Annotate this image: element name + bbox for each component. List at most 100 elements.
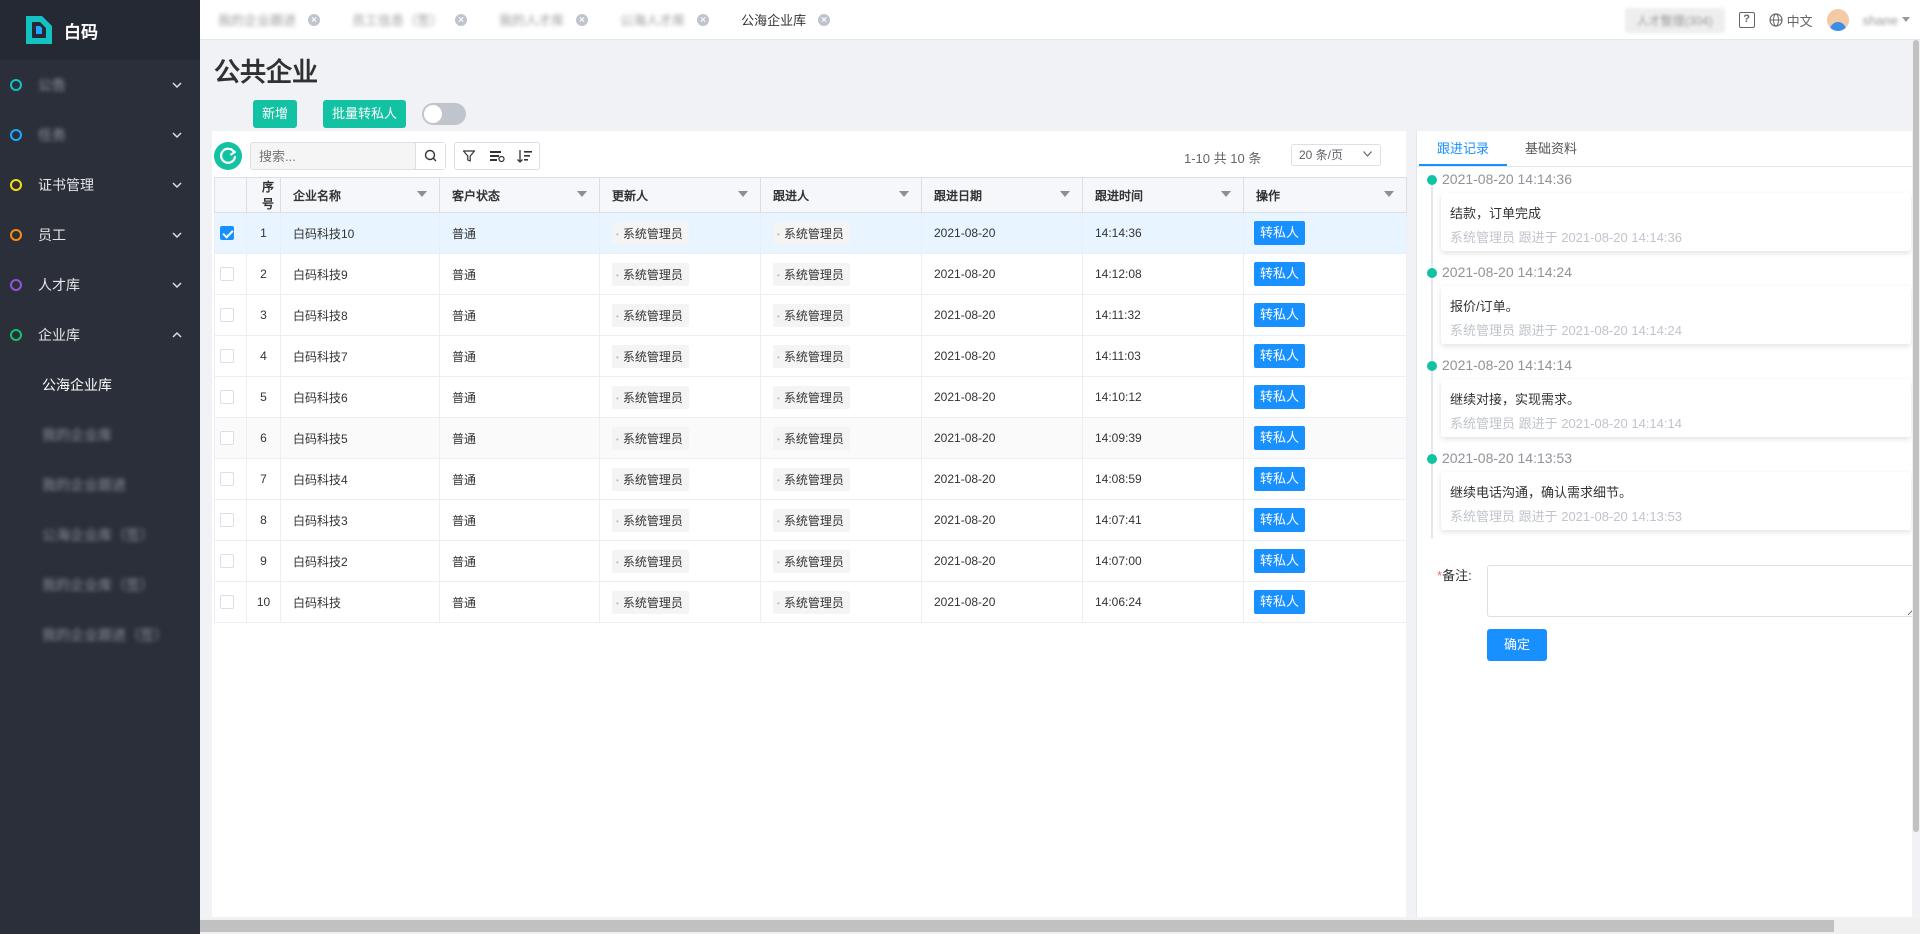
row-checkbox[interactable] (220, 349, 234, 364)
close-icon[interactable] (455, 13, 468, 26)
notice-pill[interactable]: 人才整理(304) (1624, 7, 1725, 33)
sidebar-item[interactable]: 任务 (0, 110, 200, 160)
search-input[interactable] (251, 143, 411, 169)
toggle-switch[interactable] (422, 103, 466, 125)
sidebar-item[interactable]: 公告 (0, 60, 200, 110)
transfer-private-button[interactable]: 转私人 (1254, 385, 1306, 409)
row-checkbox[interactable] (220, 267, 234, 282)
filter-button[interactable] (455, 143, 483, 169)
add-button[interactable]: 新增 (253, 100, 298, 128)
table-row[interactable]: 2白码科技9普通系统管理员系统管理员2021-08-2014:12:08转私人 (214, 253, 1407, 295)
sidebar-item[interactable]: 员工 (0, 210, 200, 260)
table-row[interactable]: 1白码科技10普通系统管理员系统管理员2021-08-2014:14:36转私人 (214, 212, 1407, 254)
close-icon[interactable] (818, 13, 831, 26)
dropdown-triangle-icon[interactable] (738, 191, 748, 197)
sort-button[interactable] (511, 143, 539, 169)
column-header[interactable]: 企业名称 (280, 177, 440, 213)
sidebar-subitem[interactable]: 公海企业库 (0, 360, 200, 410)
transfer-private-button[interactable]: 转私人 (1254, 303, 1306, 327)
horizontal-scrollbar[interactable] (200, 918, 1920, 934)
remark-input[interactable] (1487, 565, 1917, 617)
sidebar-subitem[interactable]: 我的企业跟进（签） (0, 610, 200, 660)
transfer-private-button[interactable]: 转私人 (1254, 549, 1306, 573)
avatar[interactable] (1826, 9, 1849, 31)
row-checkbox[interactable] (220, 226, 234, 241)
sidebar-item[interactable]: 证书管理 (0, 160, 200, 210)
transfer-private-button[interactable]: 转私人 (1254, 467, 1306, 491)
confirm-button[interactable]: 确定 (1487, 629, 1547, 661)
timeline-time: 2021-08-20 14:14:24 (1442, 264, 1572, 280)
language-switch[interactable]: 中文 (1768, 11, 1813, 30)
row-checkbox[interactable] (220, 390, 234, 405)
sidebar-subitem[interactable]: 我的企业跟进 (0, 460, 200, 510)
dropdown-triangle-icon[interactable] (1060, 191, 1070, 197)
logo[interactable]: 白码 (0, 0, 200, 60)
sidebar-subitem[interactable]: 我的企业库 (0, 410, 200, 460)
sidebar-item[interactable]: 人才库 (0, 260, 200, 310)
table-row[interactable]: 6白码科技5普通系统管理员系统管理员2021-08-2014:09:39转私人 (214, 417, 1407, 459)
table-row[interactable]: 4白码科技7普通系统管理员系统管理员2021-08-2014:11:03转私人 (214, 335, 1407, 377)
tab-item[interactable]: 公海企业库 (723, 0, 844, 40)
column-header[interactable]: 更新人 (599, 177, 761, 213)
timeline-card: 继续电话沟通，确认需求细节。 系统管理员 跟进于 2021-08-20 14:13… (1441, 472, 1911, 530)
row-checkbox[interactable] (220, 513, 234, 528)
sidebar-subitem[interactable]: 我的企业库（签） (0, 560, 200, 610)
table-row[interactable]: 8白码科技3普通系统管理员系统管理员2021-08-2014:07:41转私人 (214, 499, 1407, 541)
transfer-private-button[interactable]: 转私人 (1254, 508, 1306, 532)
close-icon[interactable] (576, 13, 589, 26)
refresh-button[interactable] (214, 142, 242, 170)
close-icon[interactable] (697, 13, 710, 26)
timeline-time: 2021-08-20 14:14:14 (1442, 357, 1572, 373)
vertical-scrollbar[interactable] (1912, 40, 1920, 832)
sidebar-item[interactable]: 企业库 (0, 310, 200, 360)
table-row[interactable]: 9白码科技2普通系统管理员系统管理员2021-08-2014:07:00转私人 (214, 540, 1407, 582)
row-checkbox[interactable] (220, 595, 234, 610)
table-row[interactable]: 5白码科技6普通系统管理员系统管理员2021-08-2014:10:12转私人 (214, 376, 1407, 418)
column-header[interactable]: 跟进人 (760, 177, 922, 213)
dropdown-triangle-icon[interactable] (577, 191, 587, 197)
sidebar-subitem[interactable]: 公海企业库（签） (0, 510, 200, 560)
follow-date: 2021-08-20 (921, 581, 1083, 623)
table-row[interactable]: 3白码科技8普通系统管理员系统管理员2021-08-2014:11:32转私人 (214, 294, 1407, 336)
batch-transfer-button[interactable]: 批量转私人 (323, 100, 407, 128)
table-row[interactable]: 7白码科技4普通系统管理员系统管理员2021-08-2014:08:59转私人 (214, 458, 1407, 500)
column-header[interactable]: 跟进日期 (921, 177, 1083, 213)
row-checkbox[interactable] (220, 308, 234, 323)
tab-item[interactable]: 我的企业跟进 (200, 0, 334, 40)
tab-item[interactable]: 公海人才库 (602, 0, 723, 40)
transfer-private-button[interactable]: 转私人 (1254, 262, 1306, 286)
dropdown-triangle-icon[interactable] (1384, 191, 1394, 197)
row-checkbox[interactable] (220, 554, 234, 569)
transfer-private-button[interactable]: 转私人 (1254, 221, 1306, 245)
dropdown-triangle-icon[interactable] (899, 191, 909, 197)
transfer-private-button[interactable]: 转私人 (1254, 344, 1306, 368)
vertical-scroll-thumb[interactable] (1913, 40, 1919, 832)
column-header[interactable]: 序号 (246, 177, 281, 213)
follower-tag: 系统管理员 (773, 508, 850, 532)
page-size-select[interactable]: 20 条/页 (1291, 144, 1381, 166)
follower-tag: 系统管理员 (773, 221, 850, 245)
row-checkbox[interactable] (220, 431, 234, 446)
dropdown-triangle-icon[interactable] (417, 191, 427, 197)
column-header[interactable]: 跟进时间 (1082, 177, 1244, 213)
column-header[interactable]: 操作 (1243, 177, 1407, 213)
follow-date: 2021-08-20 (921, 294, 1083, 336)
transfer-private-button[interactable]: 转私人 (1254, 426, 1306, 450)
panel-tab[interactable]: 跟进记录 (1419, 131, 1508, 166)
dropdown-triangle-icon[interactable] (1221, 191, 1231, 197)
transfer-private-button[interactable]: 转私人 (1254, 590, 1306, 614)
columns-button[interactable] (483, 143, 511, 169)
horizontal-scroll-thumb[interactable] (200, 920, 1834, 932)
updater-tag: 系统管理员 (612, 508, 689, 532)
user-menu[interactable]: shane (1863, 13, 1910, 28)
search-button[interactable] (415, 143, 445, 169)
tab-item[interactable]: 员工信息（签） (334, 0, 481, 40)
tab-item[interactable]: 我的人才库 (481, 0, 602, 40)
column-header[interactable]: 客户状态 (439, 177, 600, 213)
help-icon[interactable]: ? (1738, 12, 1755, 28)
close-icon[interactable] (308, 13, 321, 26)
chevron-down-icon (172, 182, 182, 189)
table-row[interactable]: 10白码科技普通系统管理员系统管理员2021-08-2014:06:24转私人 (214, 581, 1407, 623)
panel-tab[interactable]: 基础资料 (1507, 131, 1595, 166)
row-checkbox[interactable] (220, 472, 234, 487)
